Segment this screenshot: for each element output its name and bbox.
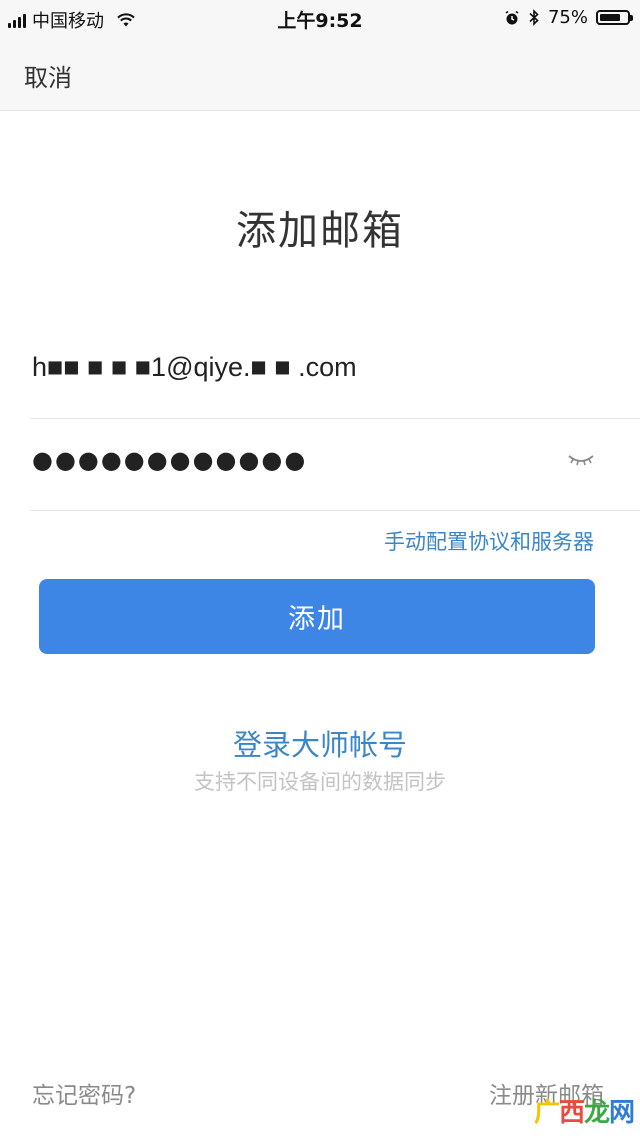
status-right: 75%: [504, 7, 633, 28]
page-title: 添加邮箱: [236, 208, 404, 254]
email-field[interactable]: h■■ ■ ■ ■1@qiye.■ ■ .com: [32, 352, 357, 383]
watermark-char-2: 西: [558, 1098, 585, 1128]
add-button[interactable]: 添加: [39, 579, 595, 654]
forgot-password-link[interactable]: 忘记密码?: [32, 1076, 136, 1110]
watermark: 广西龙网: [533, 1092, 635, 1129]
watermark-char-1: 广: [533, 1098, 560, 1128]
password-row: ●●●●●●●●●●●●: [30, 420, 640, 511]
battery-percent: 75%: [547, 7, 588, 28]
password-field[interactable]: ●●●●●●●●●●●●: [32, 446, 307, 474]
bluetooth-icon: [529, 9, 539, 26]
battery-icon: [596, 10, 633, 25]
email-row: h■■ ■ ■ ■1@qiye.■ ■ .com: [30, 330, 640, 419]
eye-closed-icon[interactable]: [566, 450, 596, 470]
sync-hint: 支持不同设备间的数据同步: [194, 770, 446, 794]
master-login-link[interactable]: 登录大师帐号: [0, 722, 640, 764]
alarm-icon: [505, 10, 519, 24]
battery-fill: [600, 14, 620, 21]
nav-bar: 取消: [0, 36, 640, 111]
watermark-char-3: 龙: [583, 1098, 610, 1128]
status-bar: 中国移动 上午9:52 75%: [0, 0, 640, 36]
cancel-button[interactable]: 取消: [24, 58, 72, 93]
manual-config-link[interactable]: 手动配置协议和服务器: [384, 526, 594, 556]
watermark-char-4: 网: [608, 1098, 635, 1128]
